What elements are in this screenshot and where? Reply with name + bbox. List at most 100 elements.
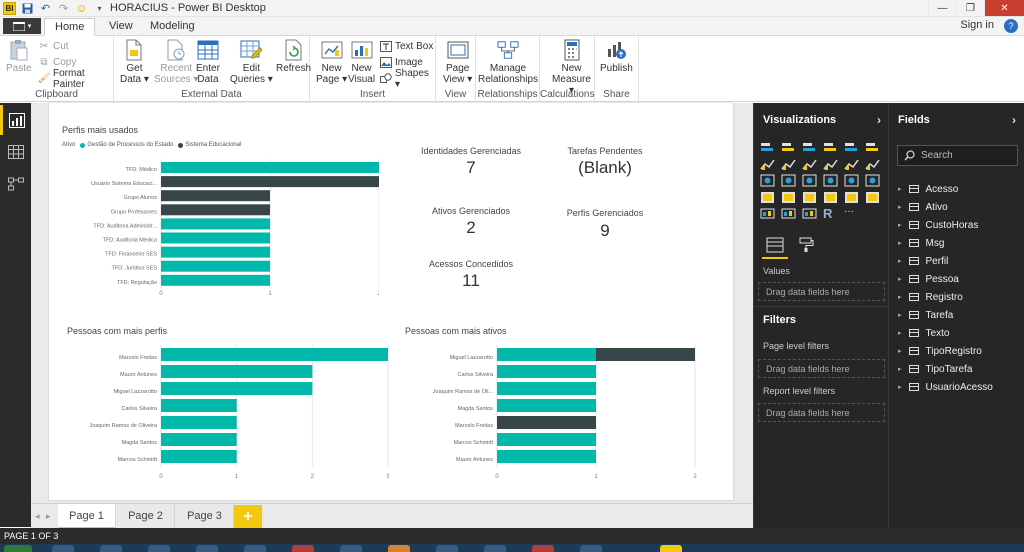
prev-page-arrow-icon[interactable]: ◂ (35, 511, 40, 522)
taskbar-item[interactable] (100, 545, 122, 552)
bar[interactable] (161, 218, 270, 230)
bar[interactable] (161, 365, 313, 378)
expand-arrow-icon[interactable]: ▸ (898, 221, 902, 229)
undo-icon[interactable]: ↶ (39, 2, 52, 15)
taskbar-item[interactable] (340, 545, 362, 552)
get-data-button[interactable]: Get Data ▾ (120, 39, 149, 85)
customize-toolbar-icon[interactable]: ▾ (93, 2, 106, 15)
field-table-pessoa[interactable]: ▸ Pessoa (898, 272, 959, 286)
filled-map-icon[interactable] (781, 191, 796, 204)
report-view-button[interactable] (0, 105, 31, 135)
expand-arrow-icon[interactable]: ▸ (898, 239, 902, 247)
field-table-registro[interactable]: ▸ Registro (898, 290, 963, 304)
kpi-icon[interactable] (760, 207, 775, 220)
expand-arrow-icon[interactable]: ▸ (898, 311, 902, 319)
bar[interactable] (161, 246, 270, 258)
bar[interactable] (497, 450, 596, 463)
page-tab-2[interactable]: Page 2 (117, 504, 175, 529)
bar[interactable] (161, 190, 270, 202)
matrix-icon[interactable] (760, 191, 775, 204)
start-button[interactable] (4, 545, 32, 552)
format-tab[interactable] (798, 237, 816, 255)
taskbar-item[interactable] (52, 545, 74, 552)
fields-well-tab[interactable] (766, 237, 784, 255)
field-table-texto[interactable]: ▸ Texto (898, 326, 949, 340)
sign-in-link[interactable]: Sign in (960, 19, 994, 31)
relationships-view-button[interactable] (0, 169, 31, 199)
taskbar-item[interactable] (244, 545, 266, 552)
minimize-icon[interactable]: — (928, 0, 956, 16)
manage-relationships-button[interactable]: Manage Relationships (478, 39, 538, 85)
card-value-identidades[interactable]: 7 (411, 158, 531, 178)
publish-button[interactable]: Publish (600, 39, 633, 74)
funnel-icon[interactable] (802, 191, 817, 204)
power-bi-logo-icon[interactable]: BI (3, 1, 16, 15)
help-icon[interactable]: ? (1004, 19, 1018, 33)
bar[interactable] (161, 260, 270, 272)
refresh-button[interactable]: Refresh (276, 39, 311, 74)
next-page-arrow-icon[interactable]: ▸ (46, 511, 51, 522)
format-painter-button[interactable]: 🖌 Format Painter (38, 68, 113, 90)
stacked-bar-icon[interactable] (760, 141, 775, 154)
bar[interactable] (161, 162, 379, 173)
card-icon[interactable] (844, 191, 859, 204)
multirow-card-icon[interactable] (865, 191, 880, 204)
treemap-icon[interactable] (823, 174, 838, 187)
close-icon[interactable]: ✕ (984, 0, 1024, 16)
enter-data-button[interactable]: Enter Data (196, 39, 220, 85)
bar[interactable] (161, 399, 237, 412)
collapse-chevron-icon[interactable]: › (877, 113, 881, 127)
expand-arrow-icon[interactable]: ▸ (898, 347, 902, 355)
page-view-button[interactable]: Page View ▾ (443, 39, 472, 85)
bar[interactable] (161, 348, 388, 361)
field-table-perfil[interactable]: ▸ Perfil (898, 254, 948, 268)
field-table-acesso[interactable]: ▸ Acesso (898, 182, 958, 196)
field-table-tarefa[interactable]: ▸ Tarefa (898, 308, 953, 322)
new-page-button[interactable]: New Page ▾ (316, 39, 347, 85)
paste-button[interactable]: Paste (6, 39, 32, 74)
ribbon-chart-icon[interactable] (865, 158, 880, 171)
bar[interactable] (161, 232, 270, 244)
chart3-bar-chart[interactable]: 0 1 2 Miguel Lazzarotto Carlos Silveira Joaqu… (389, 345, 729, 485)
new-measure-button[interactable]: New Measure ▾ (549, 39, 594, 96)
page-filters-drop-zone[interactable]: Drag data fields here (758, 359, 885, 378)
r-visual-icon[interactable]: R (823, 207, 838, 220)
map-icon[interactable] (844, 174, 859, 187)
expand-arrow-icon[interactable]: ▸ (898, 275, 902, 283)
slicer-icon[interactable] (781, 207, 796, 220)
field-table-ativo[interactable]: ▸ Ativo (898, 200, 948, 214)
bar[interactable] (161, 274, 270, 286)
bar[interactable] (161, 176, 379, 188)
waterfall-icon[interactable] (760, 174, 775, 187)
cut-button[interactable]: ✂ Cut (38, 40, 69, 53)
bar[interactable] (497, 399, 596, 412)
tab-view[interactable]: View (99, 18, 143, 36)
fields-search-input[interactable]: Search (897, 145, 1018, 166)
bar[interactable] (497, 348, 596, 361)
bar[interactable] (596, 348, 695, 361)
gauge-icon[interactable] (823, 191, 838, 204)
taskbar-item-powerbi[interactable] (660, 545, 682, 552)
bar[interactable] (161, 450, 237, 463)
data-view-button[interactable] (0, 137, 31, 167)
clustered-column-icon[interactable] (823, 141, 838, 154)
tab-home[interactable]: Home (44, 18, 96, 36)
values-drop-zone[interactable]: Drag data fields here (758, 282, 885, 301)
bar[interactable] (497, 433, 596, 446)
page-tab-3[interactable]: Page 3 (176, 504, 234, 529)
field-table-tiporegistro[interactable]: ▸ TipoRegistro (898, 344, 982, 358)
bar[interactable] (161, 433, 237, 446)
redo-icon[interactable]: ↷ (57, 2, 70, 15)
tab-modeling[interactable]: Modeling (140, 18, 205, 36)
taskbar-item[interactable] (388, 545, 410, 552)
100-bar-icon[interactable] (844, 141, 859, 154)
donut-icon[interactable] (802, 207, 817, 220)
more-visuals-icon[interactable]: ··· (844, 207, 859, 220)
pie-chart-icon[interactable] (802, 174, 817, 187)
expand-arrow-icon[interactable]: ▸ (898, 203, 902, 211)
taskbar-item[interactable] (196, 545, 218, 552)
text-box-button[interactable]: Text Box (380, 40, 433, 53)
recent-sources-button[interactable]: Recent Sources ▾ (154, 39, 198, 85)
card-value-acessos[interactable]: 11 (411, 271, 531, 291)
bar[interactable] (161, 382, 313, 395)
